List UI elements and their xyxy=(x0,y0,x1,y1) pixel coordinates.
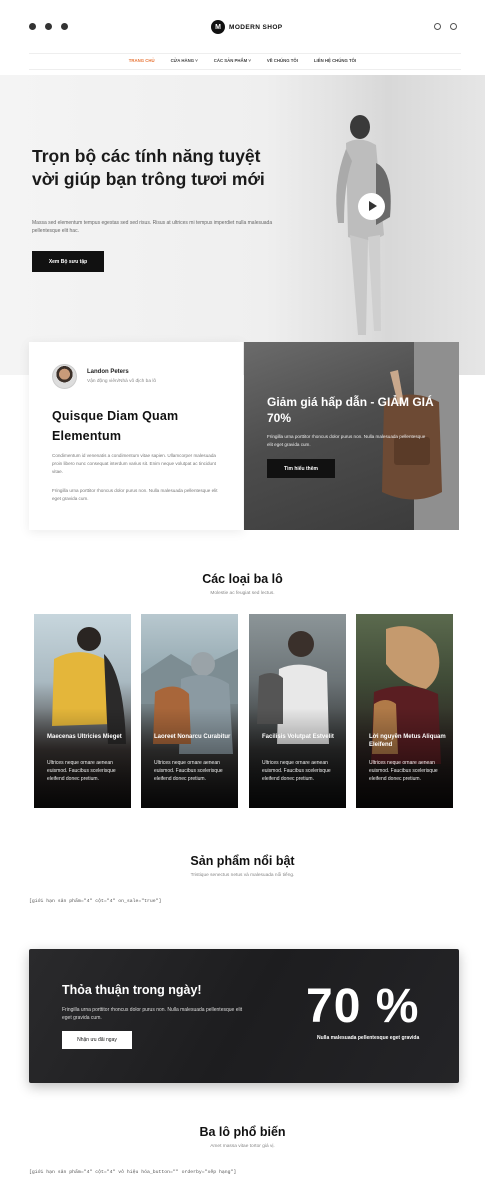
main-nav: TRANG CHỦ CỬA HÀNG ˅ CÁC SẢN PHẨM ˅ VỀ C… xyxy=(0,58,485,63)
instagram-icon[interactable] xyxy=(61,23,68,30)
deal-text: Fringilla urna porttitor rhoncus dolor p… xyxy=(62,1007,243,1021)
card-overlay xyxy=(34,708,131,808)
user-icon[interactable] xyxy=(450,23,457,30)
card-overlay xyxy=(249,708,346,808)
author-name: Landon Peters xyxy=(87,369,129,375)
category-title: Laoreet Nonarcu Curabitur xyxy=(154,734,231,740)
section-title: Sản phẩm nổi bật xyxy=(190,854,295,868)
section-subtitle: Molestie ac feugiat sed lectus. xyxy=(210,591,275,596)
deal-title: Thỏa thuận trong ngày! xyxy=(62,983,202,997)
deal-banner: Thỏa thuận trong ngày! Fringilla urna po… xyxy=(29,949,459,1083)
category-text: Ultrices neque ornare aenean euismod. Fa… xyxy=(154,760,223,782)
category-text: Ultrices neque ornare aenean euismod. Fa… xyxy=(369,760,438,782)
hero-section: Trọn bộ các tính năng tuyệt vời giúp bạn… xyxy=(0,75,485,375)
nav-item-home[interactable]: TRANG CHỦ xyxy=(129,58,155,63)
card-paragraph: Condimentum id venenatis a condimentum v… xyxy=(52,453,216,474)
section-subtitle: Tristique senectus netus và malesuada nổ… xyxy=(190,873,295,878)
avatar xyxy=(52,364,77,389)
divider xyxy=(29,53,461,54)
get-deal-button[interactable]: Nhận ưu đãi ngay xyxy=(62,1031,132,1049)
section-title: Ba lô phổ biến xyxy=(199,1125,286,1139)
category-text: Ultrices neque ornare aenean euismod. Fa… xyxy=(262,760,331,782)
nav-item-about[interactable]: VỀ CHÚNG TÔI xyxy=(267,58,298,63)
shortcode-text: [giới hạn sản phẩm="4" cột="4" on_sale="… xyxy=(29,899,162,904)
search-icon[interactable] xyxy=(434,23,441,30)
facebook-icon[interactable] xyxy=(29,23,36,30)
promo-text: Fringilla urna porttitor rhoncus dolor p… xyxy=(267,434,426,447)
category-title: Maecenas Ultricies Mieget xyxy=(47,734,122,740)
nav-item-products[interactable]: CÁC SẢN PHẨM ˅ xyxy=(214,58,251,63)
twitter-icon[interactable] xyxy=(45,23,52,30)
hero-title: Trọn bộ các tính năng tuyệt vời giúp bạn… xyxy=(32,146,265,189)
category-title: Lời nguyền Metus Aliquam Eleifend xyxy=(369,734,446,748)
promo-title: Giảm giá hấp dẫn - GIẢM GIÁ 70% xyxy=(267,395,434,425)
play-video-button[interactable] xyxy=(358,193,385,220)
author-role: Vận động viên/Nhà vô địch ba lô xyxy=(87,379,157,384)
deal-percentage: 70 % xyxy=(306,980,420,1033)
section-subtitle: Amet massa vitae tortor giá vị. xyxy=(210,1144,275,1149)
card-title: Quisque Diam Quam Elementum xyxy=(52,409,179,443)
category-card[interactable]: Laoreet Nonarcu Curabitur Ultrices neque… xyxy=(141,614,238,808)
divider xyxy=(29,69,461,70)
category-card[interactable]: Lời nguyền Metus Aliquam Eleifend Ultric… xyxy=(356,614,453,808)
card-overlay xyxy=(356,708,453,808)
testimonial-card: Landon Peters Vận động viên/Nhà vô địch … xyxy=(29,342,243,530)
section-title: Các loại ba lô xyxy=(202,572,283,586)
deal-percentage-caption: Nulla malesuada pellentesque eget gravid… xyxy=(317,1035,420,1041)
hero-text: Massa sed elementum tempus egestas sed s… xyxy=(32,220,273,234)
category-title: Facilisis Volutpat Estvelit xyxy=(262,734,334,740)
shortcode-text: [giới hạn sản phẩm="4" cột="4" vô hiệu h… xyxy=(29,1170,237,1175)
hero-model-image xyxy=(336,115,391,335)
promo-card: Giảm giá hấp dẫn - GIẢM GIÁ 70% Fringill… xyxy=(244,342,459,530)
category-card[interactable]: Maecenas Ultricies Mieget Ultrices neque… xyxy=(34,614,131,808)
logo-mark: M xyxy=(211,20,225,34)
nav-item-shop[interactable]: CỬA HÀNG ˅ xyxy=(171,58,198,63)
site-logo[interactable]: M MODERN SHOP xyxy=(211,20,283,34)
header-utilities xyxy=(434,23,457,30)
category-text: Ultrices neque ornare aenean euismod. Fa… xyxy=(47,760,116,782)
learn-more-button[interactable]: Tìm hiểu thêm xyxy=(267,459,335,478)
nav-item-contact[interactable]: LIÊN HỆ CHÚNG TÔI xyxy=(314,58,356,63)
site-header: M MODERN SHOP TRANG CHỦ CỬA HÀNG ˅ CÁC S… xyxy=(0,0,485,75)
category-card[interactable]: Facilisis Volutpat Estvelit Ultrices neq… xyxy=(249,614,346,808)
social-links xyxy=(29,23,68,30)
view-collection-button[interactable]: Xem Bộ sưu tập xyxy=(32,251,104,272)
card-overlay xyxy=(141,708,238,808)
logo-text: MODERN SHOP xyxy=(229,23,283,31)
card-paragraph: Fringilla urna porttitor rhoncus dolor p… xyxy=(52,488,218,501)
